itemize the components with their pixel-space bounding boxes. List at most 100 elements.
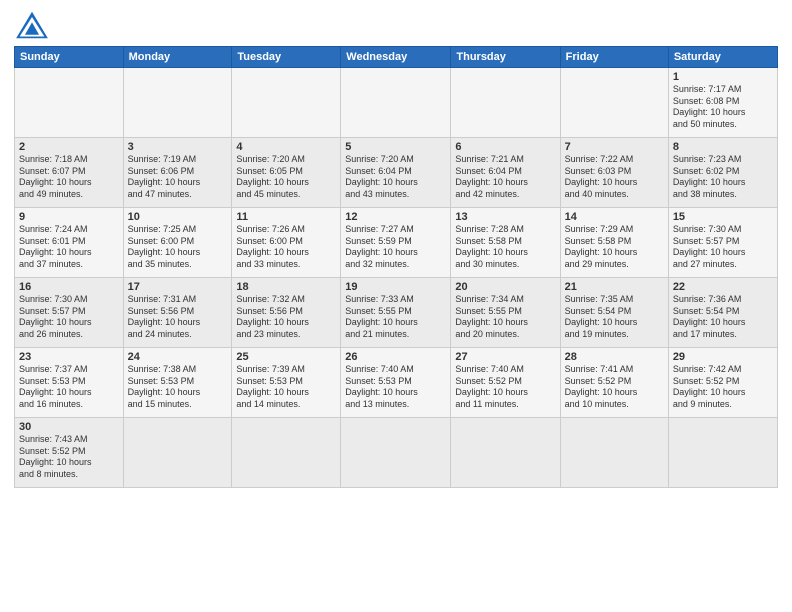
day-info: Sunrise: 7:27 AM Sunset: 5:59 PM Dayligh… (345, 224, 446, 271)
calendar-cell: 10Sunrise: 7:25 AM Sunset: 6:00 PM Dayli… (123, 208, 232, 278)
day-info: Sunrise: 7:20 AM Sunset: 6:05 PM Dayligh… (236, 154, 336, 201)
calendar-cell (668, 418, 777, 488)
day-info: Sunrise: 7:35 AM Sunset: 5:54 PM Dayligh… (565, 294, 664, 341)
weekday-header-row: SundayMondayTuesdayWednesdayThursdayFrid… (15, 47, 778, 68)
calendar-cell: 11Sunrise: 7:26 AM Sunset: 6:00 PM Dayli… (232, 208, 341, 278)
week-row-4: 16Sunrise: 7:30 AM Sunset: 5:57 PM Dayli… (15, 278, 778, 348)
day-number: 26 (345, 351, 446, 363)
week-row-3: 9Sunrise: 7:24 AM Sunset: 6:01 PM Daylig… (15, 208, 778, 278)
day-info: Sunrise: 7:40 AM Sunset: 5:52 PM Dayligh… (455, 364, 555, 411)
calendar-cell: 4Sunrise: 7:20 AM Sunset: 6:05 PM Daylig… (232, 138, 341, 208)
calendar-cell: 3Sunrise: 7:19 AM Sunset: 6:06 PM Daylig… (123, 138, 232, 208)
calendar-cell: 29Sunrise: 7:42 AM Sunset: 5:52 PM Dayli… (668, 348, 777, 418)
calendar-cell: 7Sunrise: 7:22 AM Sunset: 6:03 PM Daylig… (560, 138, 668, 208)
day-info: Sunrise: 7:19 AM Sunset: 6:06 PM Dayligh… (128, 154, 228, 201)
page: SundayMondayTuesdayWednesdayThursdayFrid… (0, 0, 792, 612)
day-number: 12 (345, 211, 446, 223)
day-info: Sunrise: 7:23 AM Sunset: 6:02 PM Dayligh… (673, 154, 773, 201)
weekday-header-monday: Monday (123, 47, 232, 68)
calendar-cell: 18Sunrise: 7:32 AM Sunset: 5:56 PM Dayli… (232, 278, 341, 348)
day-info: Sunrise: 7:26 AM Sunset: 6:00 PM Dayligh… (236, 224, 336, 271)
calendar-cell: 16Sunrise: 7:30 AM Sunset: 5:57 PM Dayli… (15, 278, 124, 348)
calendar-cell (123, 68, 232, 138)
week-row-1: 1Sunrise: 7:17 AM Sunset: 6:08 PM Daylig… (15, 68, 778, 138)
calendar-cell: 26Sunrise: 7:40 AM Sunset: 5:53 PM Dayli… (341, 348, 451, 418)
day-number: 5 (345, 141, 446, 153)
day-info: Sunrise: 7:36 AM Sunset: 5:54 PM Dayligh… (673, 294, 773, 341)
header (14, 10, 778, 40)
week-row-5: 23Sunrise: 7:37 AM Sunset: 5:53 PM Dayli… (15, 348, 778, 418)
day-info: Sunrise: 7:38 AM Sunset: 5:53 PM Dayligh… (128, 364, 228, 411)
calendar-cell: 22Sunrise: 7:36 AM Sunset: 5:54 PM Dayli… (668, 278, 777, 348)
weekday-header-thursday: Thursday (451, 47, 560, 68)
calendar-cell: 25Sunrise: 7:39 AM Sunset: 5:53 PM Dayli… (232, 348, 341, 418)
calendar-cell: 23Sunrise: 7:37 AM Sunset: 5:53 PM Dayli… (15, 348, 124, 418)
logo (14, 10, 54, 40)
day-number: 19 (345, 281, 446, 293)
day-info: Sunrise: 7:30 AM Sunset: 5:57 PM Dayligh… (19, 294, 119, 341)
day-number: 21 (565, 281, 664, 293)
day-number: 1 (673, 71, 773, 83)
week-row-2: 2Sunrise: 7:18 AM Sunset: 6:07 PM Daylig… (15, 138, 778, 208)
logo-icon (14, 10, 50, 40)
day-info: Sunrise: 7:30 AM Sunset: 5:57 PM Dayligh… (673, 224, 773, 271)
day-info: Sunrise: 7:29 AM Sunset: 5:58 PM Dayligh… (565, 224, 664, 271)
day-number: 4 (236, 141, 336, 153)
day-info: Sunrise: 7:21 AM Sunset: 6:04 PM Dayligh… (455, 154, 555, 201)
day-number: 11 (236, 211, 336, 223)
day-info: Sunrise: 7:40 AM Sunset: 5:53 PM Dayligh… (345, 364, 446, 411)
calendar-cell: 5Sunrise: 7:20 AM Sunset: 6:04 PM Daylig… (341, 138, 451, 208)
day-number: 14 (565, 211, 664, 223)
day-number: 6 (455, 141, 555, 153)
calendar-cell: 2Sunrise: 7:18 AM Sunset: 6:07 PM Daylig… (15, 138, 124, 208)
day-number: 22 (673, 281, 773, 293)
calendar-cell: 30Sunrise: 7:43 AM Sunset: 5:52 PM Dayli… (15, 418, 124, 488)
day-info: Sunrise: 7:22 AM Sunset: 6:03 PM Dayligh… (565, 154, 664, 201)
weekday-header-saturday: Saturday (668, 47, 777, 68)
calendar-cell: 9Sunrise: 7:24 AM Sunset: 6:01 PM Daylig… (15, 208, 124, 278)
calendar-cell (451, 68, 560, 138)
day-info: Sunrise: 7:18 AM Sunset: 6:07 PM Dayligh… (19, 154, 119, 201)
day-number: 9 (19, 211, 119, 223)
day-info: Sunrise: 7:32 AM Sunset: 5:56 PM Dayligh… (236, 294, 336, 341)
calendar-cell (341, 418, 451, 488)
weekday-header-tuesday: Tuesday (232, 47, 341, 68)
day-number: 10 (128, 211, 228, 223)
day-info: Sunrise: 7:39 AM Sunset: 5:53 PM Dayligh… (236, 364, 336, 411)
day-number: 7 (565, 141, 664, 153)
calendar-cell (560, 418, 668, 488)
calendar-cell (232, 418, 341, 488)
day-info: Sunrise: 7:33 AM Sunset: 5:55 PM Dayligh… (345, 294, 446, 341)
day-info: Sunrise: 7:25 AM Sunset: 6:00 PM Dayligh… (128, 224, 228, 271)
day-info: Sunrise: 7:28 AM Sunset: 5:58 PM Dayligh… (455, 224, 555, 271)
day-info: Sunrise: 7:24 AM Sunset: 6:01 PM Dayligh… (19, 224, 119, 271)
weekday-header-friday: Friday (560, 47, 668, 68)
calendar-cell: 27Sunrise: 7:40 AM Sunset: 5:52 PM Dayli… (451, 348, 560, 418)
calendar-cell: 21Sunrise: 7:35 AM Sunset: 5:54 PM Dayli… (560, 278, 668, 348)
day-number: 13 (455, 211, 555, 223)
calendar-cell (232, 68, 341, 138)
calendar-cell: 14Sunrise: 7:29 AM Sunset: 5:58 PM Dayli… (560, 208, 668, 278)
calendar-cell (341, 68, 451, 138)
day-info: Sunrise: 7:42 AM Sunset: 5:52 PM Dayligh… (673, 364, 773, 411)
day-number: 23 (19, 351, 119, 363)
day-number: 2 (19, 141, 119, 153)
calendar-cell: 13Sunrise: 7:28 AM Sunset: 5:58 PM Dayli… (451, 208, 560, 278)
calendar-cell: 24Sunrise: 7:38 AM Sunset: 5:53 PM Dayli… (123, 348, 232, 418)
calendar-cell: 17Sunrise: 7:31 AM Sunset: 5:56 PM Dayli… (123, 278, 232, 348)
weekday-header-wednesday: Wednesday (341, 47, 451, 68)
day-number: 3 (128, 141, 228, 153)
week-row-6: 30Sunrise: 7:43 AM Sunset: 5:52 PM Dayli… (15, 418, 778, 488)
day-number: 28 (565, 351, 664, 363)
day-info: Sunrise: 7:43 AM Sunset: 5:52 PM Dayligh… (19, 434, 119, 481)
day-number: 27 (455, 351, 555, 363)
day-info: Sunrise: 7:34 AM Sunset: 5:55 PM Dayligh… (455, 294, 555, 341)
day-number: 29 (673, 351, 773, 363)
day-info: Sunrise: 7:20 AM Sunset: 6:04 PM Dayligh… (345, 154, 446, 201)
day-number: 20 (455, 281, 555, 293)
calendar-cell: 20Sunrise: 7:34 AM Sunset: 5:55 PM Dayli… (451, 278, 560, 348)
calendar-cell: 6Sunrise: 7:21 AM Sunset: 6:04 PM Daylig… (451, 138, 560, 208)
day-info: Sunrise: 7:17 AM Sunset: 6:08 PM Dayligh… (673, 84, 773, 131)
calendar-cell: 1Sunrise: 7:17 AM Sunset: 6:08 PM Daylig… (668, 68, 777, 138)
day-number: 18 (236, 281, 336, 293)
